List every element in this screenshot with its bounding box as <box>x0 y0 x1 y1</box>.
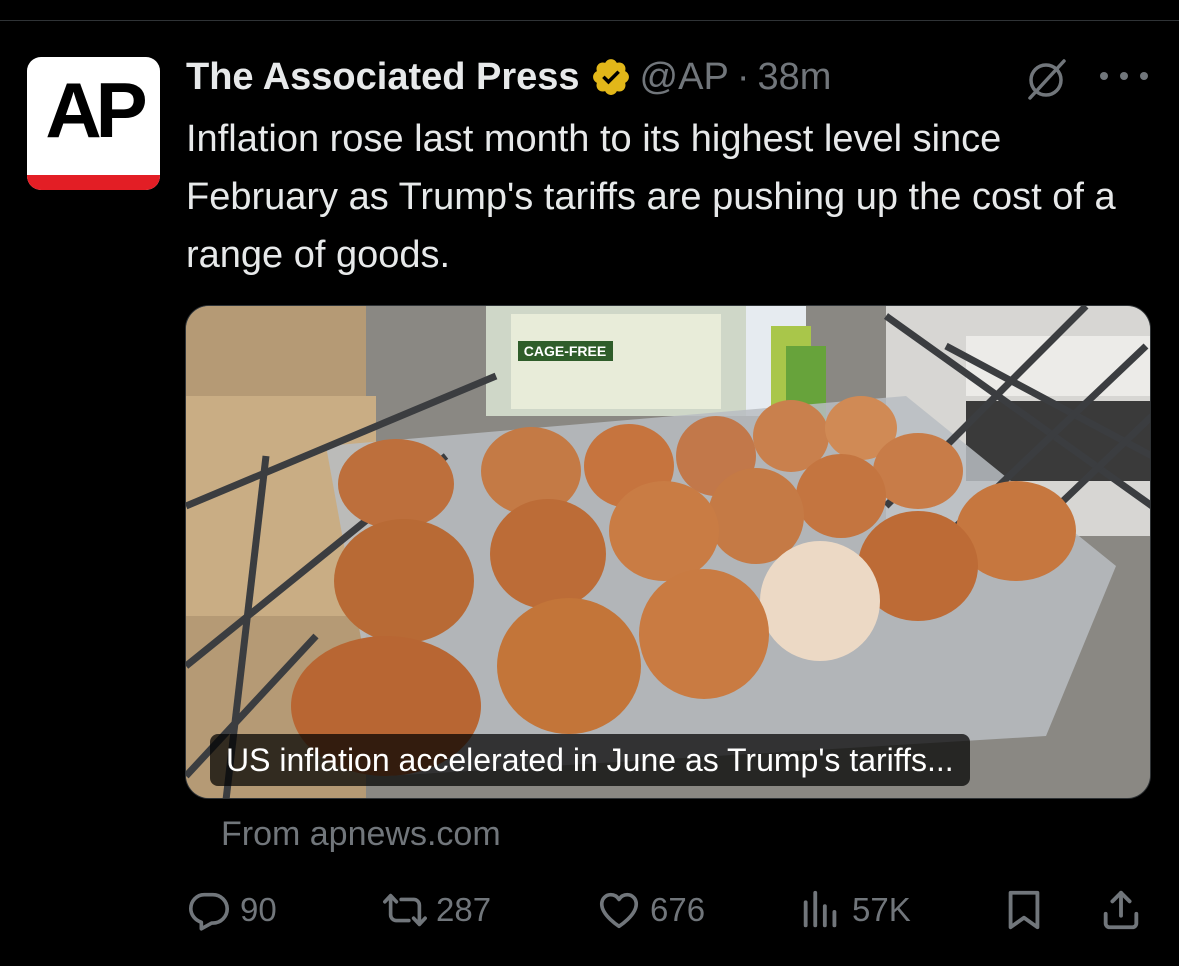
like-count: 676 <box>650 891 706 928</box>
photo-label: CAGE-FREE <box>524 343 606 359</box>
author-handle[interactable]: @AP <box>640 56 729 99</box>
separator-dot: · <box>736 55 750 98</box>
verified-badge-icon[interactable] <box>590 56 632 98</box>
timestamp[interactable]: 38m <box>757 56 831 99</box>
avatar[interactable]: AP <box>27 57 160 190</box>
reply-button[interactable]: 90 <box>186 885 277 935</box>
author-name[interactable]: The Associated Press <box>186 56 580 99</box>
views-count: 57K <box>852 891 911 928</box>
views-button[interactable]: 57K <box>798 885 911 935</box>
repost-button[interactable]: 287 <box>382 885 491 935</box>
card-source[interactable]: From apnews.com <box>221 815 501 854</box>
like-button[interactable]: 676 <box>596 885 705 935</box>
repost-icon <box>383 893 427 927</box>
repost-count: 287 <box>436 891 492 928</box>
bookmark-button[interactable] <box>1001 885 1047 935</box>
reply-icon <box>188 892 230 931</box>
like-icon <box>599 892 639 929</box>
link-card[interactable]: CAGE-FREE US inflation accelerated in Ju… <box>185 305 1151 799</box>
views-icon <box>803 890 837 928</box>
tweet-text: Inflation rose last month to its highest… <box>186 118 1116 276</box>
top-divider <box>0 20 1179 21</box>
share-icon <box>1103 890 1139 930</box>
grok-icon[interactable] <box>1022 56 1070 104</box>
bookmark-icon <box>1008 890 1040 930</box>
avatar-logo-text: AP <box>45 66 147 154</box>
reply-count: 90 <box>240 891 277 928</box>
avatar-red-bar <box>27 175 160 190</box>
more-icon[interactable] <box>1100 64 1148 88</box>
share-button[interactable] <box>1098 885 1144 935</box>
card-caption[interactable]: US inflation accelerated in June as Trum… <box>210 734 970 786</box>
action-bar: 90 287 676 57K <box>186 885 1146 935</box>
tweet-header: The Associated Press @AP · 38m <box>186 53 831 101</box>
eggs-photo: CAGE-FREE <box>186 306 1150 798</box>
